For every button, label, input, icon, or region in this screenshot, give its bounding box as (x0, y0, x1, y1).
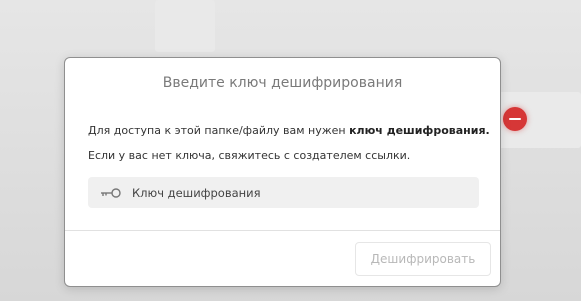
dialog-message-line-1: Для доступа к этой папке/файлу вам нужен… (88, 124, 490, 137)
key-icon (100, 187, 122, 199)
decryption-key-field[interactable] (88, 177, 479, 208)
message-text: Для доступа к этой папке/файлу вам нужен (88, 124, 350, 137)
decryption-key-input[interactable] (132, 185, 432, 200)
dialog-divider (65, 230, 500, 231)
decrypt-button[interactable]: Дешифрировать (355, 242, 491, 276)
message-bold-text: ключ дешифрования. (349, 124, 490, 137)
background-card (155, 0, 215, 52)
dialog-message-line-2: Если у вас нет ключа, свяжитесь с создат… (88, 149, 411, 162)
background-status-icon (503, 107, 527, 131)
dialog-title: Введите ключ дешифрирования (162, 75, 403, 91)
decryption-key-dialog: Введите ключ дешифрирования Для доступа … (64, 57, 501, 287)
